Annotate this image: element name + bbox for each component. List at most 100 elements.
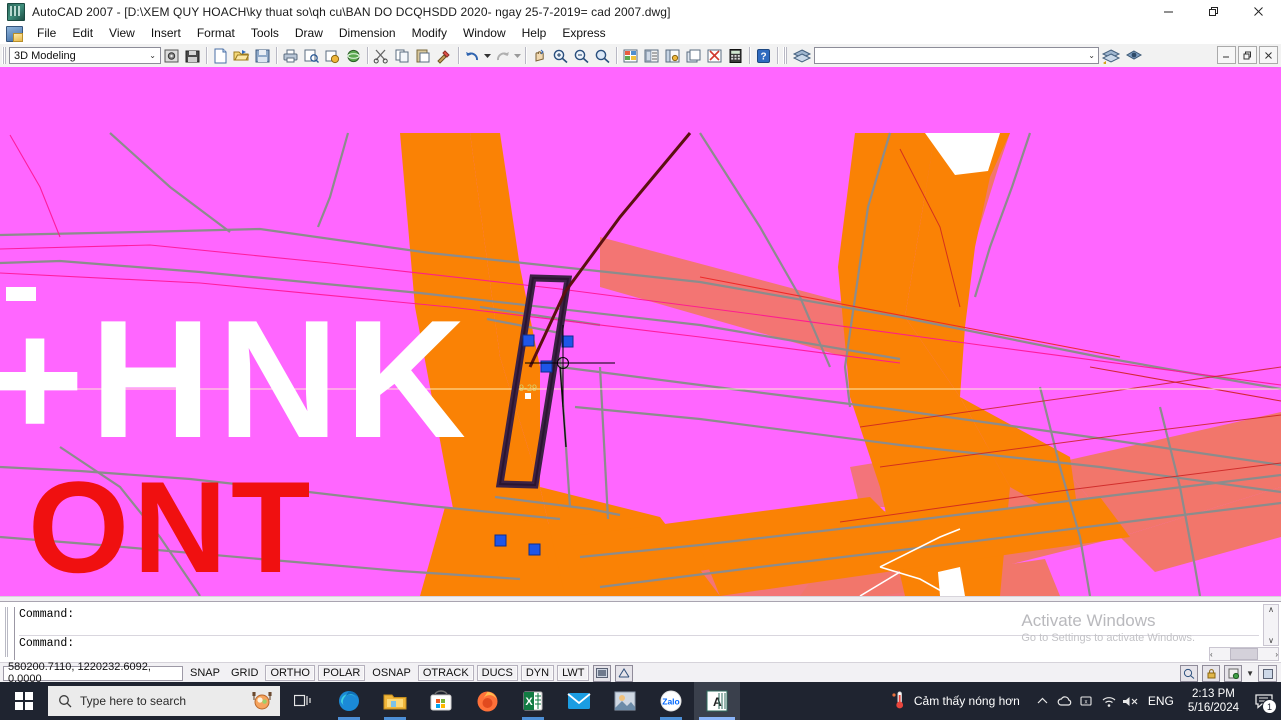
zoom-realtime-icon[interactable] — [550, 46, 571, 66]
onedrive-icon[interactable] — [1054, 682, 1076, 720]
status-toggle-lwt[interactable]: LWT — [557, 665, 590, 681]
workspace-save-icon[interactable] — [182, 46, 203, 66]
3dorbit-icon[interactable] — [343, 46, 364, 66]
comm-center-icon[interactable] — [1180, 665, 1199, 682]
status-toggle-grid[interactable]: GRID — [227, 666, 263, 680]
markup-set-icon[interactable] — [704, 46, 725, 66]
drawing-canvas[interactable]: +HNK ONT 9-29 — [0, 67, 1281, 596]
menu-help[interactable]: Help — [514, 24, 555, 43]
status-toggle-polar[interactable]: POLAR — [318, 665, 366, 681]
save-icon[interactable] — [252, 46, 273, 66]
annotation-scale-icon[interactable] — [615, 664, 634, 682]
lock-toolbars-icon[interactable] — [1202, 665, 1221, 682]
command-window[interactable]: Command: Command: Activate Windows Go to… — [0, 601, 1281, 662]
layer-toolbar-grip[interactable] — [783, 47, 787, 64]
plot-icon[interactable] — [280, 46, 301, 66]
command-vertical-scrollbar[interactable]: ∧ ∨ — [1263, 604, 1279, 646]
zoom-previous-icon[interactable] — [592, 46, 613, 66]
taskbar-item-file-explorer[interactable] — [372, 682, 418, 720]
status-toggle-dyn[interactable]: DYN — [520, 665, 555, 681]
status-toggle-ducs[interactable]: DUCS — [476, 665, 518, 681]
publish-icon[interactable] — [322, 46, 343, 66]
plot-preview-icon[interactable] — [301, 46, 322, 66]
menu-express[interactable]: Express — [554, 24, 613, 43]
pan-icon[interactable] — [529, 46, 550, 66]
restore-button[interactable] — [1191, 0, 1236, 23]
taskbar-item-excel[interactable]: X — [510, 682, 556, 720]
model-paper-icon[interactable] — [593, 664, 612, 682]
menu-window[interactable]: Window — [455, 24, 514, 43]
scroll-thumb[interactable] — [1230, 648, 1258, 660]
taskbar-item-edge[interactable] — [326, 682, 372, 720]
command-horizontal-scrollbar[interactable]: ‹ › — [1209, 647, 1279, 661]
properties-icon[interactable] — [620, 46, 641, 66]
language-indicator[interactable]: ENG — [1142, 694, 1180, 708]
menu-tools[interactable]: Tools — [243, 24, 287, 43]
food-doodle-icon[interactable] — [250, 689, 274, 713]
copy-icon[interactable] — [392, 46, 413, 66]
match-properties-icon[interactable] — [434, 46, 455, 66]
doc-close-button[interactable] — [1259, 46, 1278, 64]
workspace-select[interactable]: 3D Modeling ⌄ — [9, 47, 161, 64]
tool-palettes-icon[interactable] — [662, 46, 683, 66]
status-toggle-otrack[interactable]: OTRACK — [417, 665, 474, 681]
clean-screen-icon[interactable] — [1224, 665, 1243, 682]
close-button[interactable] — [1236, 0, 1281, 23]
sheet-set-icon[interactable] — [683, 46, 704, 66]
scroll-left-icon[interactable]: ‹ — [1210, 650, 1213, 659]
doc-restore-button[interactable] — [1238, 46, 1257, 64]
status-toggle-ortho[interactable]: ORTHO — [265, 665, 315, 681]
status-menu-chevron-icon[interactable]: ▼ — [1246, 669, 1254, 678]
taskbar-item-zalo[interactable]: Zalo — [648, 682, 694, 720]
taskbar-item-photos[interactable] — [602, 682, 648, 720]
undo-icon[interactable] — [462, 46, 483, 66]
help-icon[interactable]: ? — [753, 46, 774, 66]
wifi-icon[interactable] — [1098, 682, 1120, 720]
command-line-2[interactable]: Command: — [19, 635, 1259, 652]
redo-icon[interactable] — [492, 46, 513, 66]
layer-state-icon[interactable] — [1122, 46, 1145, 66]
layer-manager-icon[interactable] — [790, 46, 814, 66]
menu-format[interactable]: Format — [189, 24, 243, 43]
device-sync-icon[interactable]: x — [1076, 682, 1098, 720]
taskbar-item-microsoft-store[interactable] — [418, 682, 464, 720]
scroll-up-icon[interactable]: ∧ — [1268, 605, 1274, 614]
open-icon[interactable] — [231, 46, 252, 66]
workspace-settings-icon[interactable] — [161, 46, 182, 66]
minimize-button[interactable] — [1146, 0, 1191, 23]
taskbar-item-firefox[interactable] — [464, 682, 510, 720]
coordinates-display[interactable]: 580200.7110, 1220232.6092, 0.0000 — [3, 661, 183, 685]
tray-expand-chevron-icon[interactable] — [1032, 682, 1054, 720]
menu-draw[interactable]: Draw — [287, 24, 331, 43]
scroll-right-icon[interactable]: › — [1275, 650, 1278, 659]
zoom-window-icon[interactable] — [571, 46, 592, 66]
menu-edit[interactable]: Edit — [64, 24, 101, 43]
redo-dropdown-icon[interactable] — [513, 46, 522, 66]
new-icon[interactable] — [210, 46, 231, 66]
command-grip[interactable] — [4, 607, 8, 657]
quickcalc-icon[interactable] — [725, 46, 746, 66]
clock[interactable]: 2:13 PM 5/16/2024 — [1180, 687, 1247, 715]
notification-center-button[interactable]: 1 — [1247, 682, 1281, 720]
layer-select[interactable]: ⌄ — [814, 47, 1099, 64]
menu-view[interactable]: View — [101, 24, 143, 43]
toolbar-grip[interactable] — [2, 47, 6, 64]
cut-icon[interactable] — [371, 46, 392, 66]
volume-muted-icon[interactable] — [1120, 682, 1142, 720]
weather-widget[interactable]: Cảm thấy nóng hơn — [891, 690, 1020, 713]
status-toggle-snap[interactable]: SNAP — [186, 666, 224, 680]
menu-dimension[interactable]: Dimension — [331, 24, 404, 43]
undo-dropdown-icon[interactable] — [483, 46, 492, 66]
menu-file[interactable]: File — [29, 24, 64, 43]
start-button[interactable] — [0, 682, 48, 720]
task-view-button[interactable] — [280, 682, 326, 720]
maximize-viewport-button[interactable] — [1258, 665, 1277, 682]
search-input[interactable]: Type here to search — [48, 686, 280, 716]
designcenter-icon[interactable] — [641, 46, 662, 66]
status-toggle-osnap[interactable]: OSNAP — [368, 666, 415, 680]
scroll-down-icon[interactable]: ∨ — [1268, 636, 1274, 645]
doc-minimize-button[interactable] — [1217, 46, 1236, 64]
command-history[interactable]: Command: Command: — [14, 607, 1259, 660]
layer-previous-icon[interactable] — [1099, 46, 1122, 66]
menu-insert[interactable]: Insert — [143, 24, 189, 43]
